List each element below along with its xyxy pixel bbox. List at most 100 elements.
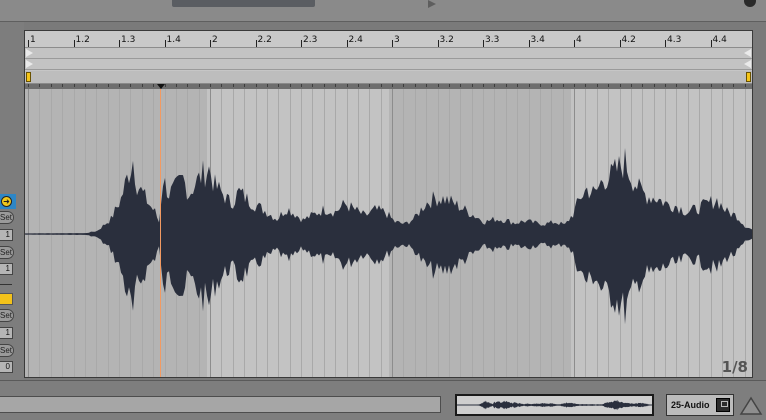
scrub-tick (323, 84, 325, 87)
ruler-tick (255, 40, 257, 47)
waveform-path (25, 148, 752, 325)
ruler-label: 3.2 (439, 35, 454, 45)
start-end-marker-row[interactable] (25, 48, 752, 59)
loop-end-flag[interactable] (746, 72, 751, 82)
top-scroll-slot[interactable] (172, 0, 315, 7)
scrub-tick (312, 84, 314, 87)
scrub-tick (596, 84, 598, 87)
ruler-tick (73, 40, 75, 47)
scrub-tick (141, 84, 143, 87)
warp-mode-selector[interactable]: ➜ (0, 194, 16, 209)
ruler-tick (28, 40, 29, 47)
scrub-tick (574, 84, 575, 87)
scrub-tick (562, 84, 564, 87)
play-triangle-icon[interactable] (428, 0, 436, 8)
scrub-tick (119, 84, 120, 87)
ruler-tick (119, 40, 120, 47)
value-field-1[interactable]: 1 (0, 229, 13, 241)
scrub-tick (505, 84, 507, 87)
value-field-2[interactable]: 1 (0, 263, 13, 275)
ruler-label: 2.2 (257, 35, 272, 45)
ruler-tick (574, 40, 575, 47)
start-marker-icon[interactable] (26, 49, 33, 57)
scrub-tick (84, 84, 86, 87)
clip-scroll-field[interactable] (0, 396, 441, 413)
loop-start-marker-icon[interactable] (26, 60, 33, 68)
scrub-tick (198, 84, 200, 87)
beat-ruler[interactable]: 1 1.2 1.3 1.4 2 2.2 2.3 2.4 3 3.2 3.3 3.4 4 4.2 4.3 4.4 (25, 31, 752, 48)
scrub-tick (244, 84, 246, 87)
scrub-tick (221, 84, 223, 87)
scrub-tick (39, 84, 41, 87)
scrub-tick (278, 84, 280, 87)
scrub-tick (471, 84, 473, 87)
ruler-label: 4 (576, 35, 582, 45)
ruler-label: 3.4 (530, 35, 545, 45)
scrub-tick (733, 84, 735, 87)
set-button-3[interactable]: Set (0, 309, 14, 322)
scrub-tick (517, 84, 519, 87)
scrub-tick (426, 84, 428, 87)
ruler-label: 2.3 (303, 35, 318, 45)
ruler-label: 3.3 (485, 35, 500, 45)
scrub-tick (346, 84, 348, 87)
scrub-tick (710, 84, 712, 87)
scrub-tick (483, 84, 484, 87)
divider (0, 284, 12, 285)
loop-end-marker-icon[interactable] (744, 60, 751, 68)
end-marker-icon[interactable] (744, 49, 751, 57)
device-toggle-button[interactable] (716, 398, 730, 412)
scrub-tick (289, 84, 291, 87)
ruler-tick (392, 40, 393, 47)
waveform-overview[interactable] (455, 394, 654, 416)
knob-icon[interactable] (744, 0, 756, 7)
page-indicator[interactable]: 1/8 (722, 358, 748, 376)
scrub-tick (448, 84, 450, 87)
set-button-4[interactable]: Set (0, 344, 14, 357)
scrub-tick (130, 84, 132, 87)
ruler-label: 4.4 (712, 35, 727, 45)
scrub-tick (210, 84, 211, 87)
ruler-tick (210, 40, 211, 47)
ruler-label: 2.4 (348, 35, 363, 45)
scrub-tick (255, 84, 257, 87)
waveform-display[interactable]: 1/8 (25, 89, 752, 377)
scrub-tick (642, 84, 644, 87)
scrub-tick (585, 84, 587, 87)
scrub-tick (494, 84, 496, 87)
waveform (25, 148, 752, 325)
loop-brace[interactable] (25, 71, 752, 84)
ruler-tick (164, 40, 166, 47)
scrub-tick (175, 84, 177, 87)
ruler-label: 2 (212, 35, 218, 45)
value-field-3[interactable]: 1 (0, 327, 13, 339)
scrub-tick (107, 84, 109, 87)
scrub-tick (687, 84, 689, 87)
value-field-4[interactable]: 0 (0, 361, 13, 373)
scrub-tick (357, 84, 359, 87)
scrub-tick (619, 84, 621, 87)
scrub-tick (369, 84, 371, 87)
ruler-label: 1 (30, 35, 36, 45)
ruler-tick (346, 40, 348, 47)
scrub-tick (335, 84, 337, 87)
ruler-label: 1.4 (166, 35, 181, 45)
playhead-line (160, 89, 161, 377)
scrub-tick (232, 84, 234, 87)
set-button-2[interactable]: Set (0, 246, 14, 259)
scrub-tick (551, 84, 553, 87)
overview-waveform (457, 399, 652, 411)
ruler-label: 1.2 (75, 35, 90, 45)
loop-start-flag[interactable] (26, 72, 31, 82)
ruler-tick (483, 40, 484, 47)
loop-marker-row[interactable] (25, 59, 752, 70)
audio-device-selector[interactable]: 25-Audio (666, 394, 734, 416)
triangle-up-icon[interactable] (739, 396, 763, 416)
scrub-tick (721, 84, 723, 87)
scrub-tick (266, 84, 268, 87)
loop-toggle[interactable] (0, 293, 13, 305)
scrub-tick (187, 84, 189, 87)
sample-clip-view[interactable]: 1 1.2 1.3 1.4 2 2.2 2.3 2.4 3 3.2 3.3 3.4 4 4.2 4.3 4.4… (24, 30, 753, 378)
set-button-1[interactable]: Set (0, 211, 14, 224)
scrub-tick (50, 84, 52, 87)
